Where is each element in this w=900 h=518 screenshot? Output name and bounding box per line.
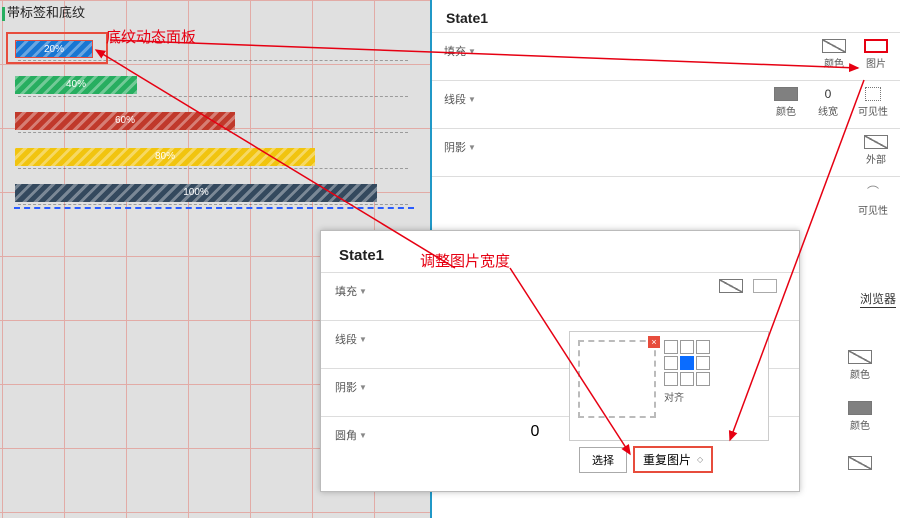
annotation-1: 底纹动态面板 — [106, 26, 196, 47]
progress-bar-60[interactable]: 60% — [15, 112, 235, 130]
chevron-icon: ◇ — [697, 455, 703, 464]
image-popup-panel: State1 填充▼ 线段▼ 阴影▼ 圆角▼ 0 × 对齐 选择 重复图片◇ — [320, 230, 800, 492]
delete-icon[interactable]: × — [648, 336, 660, 348]
color-option[interactable]: 颜色 — [820, 350, 900, 381]
repeat-image-dropdown[interactable]: 重复图片◇ — [633, 446, 713, 473]
fill-none-swatch[interactable] — [719, 279, 743, 293]
popup-state-title: State1 — [321, 231, 799, 272]
annotation-box — [6, 32, 108, 64]
fill-image-swatch[interactable] — [753, 279, 777, 293]
line-color-option[interactable]: 颜色 — [774, 87, 798, 118]
select-button[interactable]: 选择 — [579, 447, 627, 473]
annotation-2: 调整图片宽度 — [420, 250, 510, 271]
fill-color-option[interactable]: 颜色 — [822, 39, 846, 70]
progress-bar-100[interactable]: 100% — [15, 184, 377, 202]
align-label: 对齐 — [664, 389, 710, 404]
corner-visibility-option[interactable]: 可见性 — [858, 183, 888, 217]
popup-fill-row[interactable]: 填充▼ — [321, 272, 799, 320]
line-visibility-option[interactable]: 可见性 — [858, 87, 888, 118]
chevron-down-icon: ▼ — [468, 143, 476, 152]
line-row[interactable]: 线段▼ 颜色 0线宽 可见性 — [432, 80, 900, 128]
fill-row[interactable]: 填充▼ 颜色 图片 — [432, 32, 900, 80]
image-subpanel: × 对齐 — [569, 331, 769, 441]
color-option[interactable]: 颜色 — [820, 401, 900, 432]
corner-icon — [867, 183, 879, 200]
align-grid[interactable] — [664, 340, 710, 386]
corner-row[interactable]: 可见性 — [432, 176, 900, 224]
progress-bar-40[interactable]: 40% — [15, 76, 137, 94]
corner-value: 0 — [531, 423, 540, 441]
align-center[interactable] — [680, 356, 694, 370]
shadow-swatch[interactable] — [820, 456, 900, 470]
image-dropzone[interactable]: × — [578, 340, 656, 418]
visibility-icon — [865, 87, 881, 101]
chevron-down-icon: ▼ — [468, 95, 476, 104]
fill-image-option[interactable]: 图片 — [864, 39, 888, 70]
guide-line — [14, 207, 414, 209]
line-width-option[interactable]: 0线宽 — [816, 87, 840, 118]
shadow-outer-option[interactable]: 外部 — [864, 135, 888, 166]
widget-title: 带标签和底纹 — [2, 2, 85, 21]
chevron-down-icon: ▼ — [468, 47, 476, 56]
shadow-row[interactable]: 阴影▼ 外部 — [432, 128, 900, 176]
browser-link[interactable]: 浏览器 — [860, 290, 896, 308]
panel-state-title: State1 — [432, 0, 900, 32]
progress-bar-80[interactable]: 80% — [15, 148, 315, 166]
